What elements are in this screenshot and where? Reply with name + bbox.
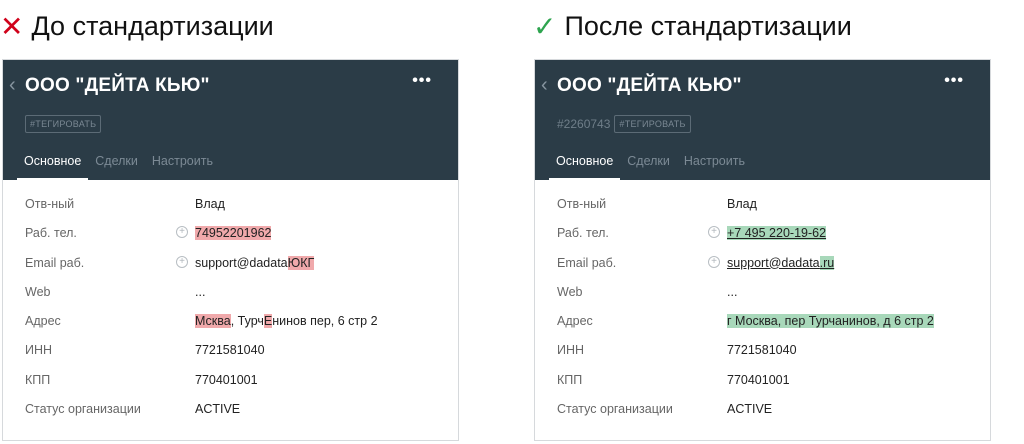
field-label: Статус организации [557, 402, 673, 417]
card-header: ‹ ООО "ДЕЙТА КЬЮ" ••• #ТЕГИРОВАТЬ Основн… [3, 60, 458, 180]
field-label: Email раб. [25, 255, 85, 270]
field-label: Web [557, 284, 583, 299]
plus-circle-icon[interactable]: + [176, 255, 188, 268]
fields-list: Отв-ный Влад Раб. тел. + 74952201962 Ema… [3, 180, 458, 422]
field-label: Email раб. [557, 255, 617, 270]
address-value[interactable]: Мсква, ТурчЕнинов пер, 6 стр 2 [195, 314, 378, 329]
tag-button[interactable]: #ТЕГИРОВАТЬ [614, 115, 691, 133]
after-heading: ✓ После стандартизации [533, 6, 852, 46]
card-header: ‹ ООО "ДЕЙТА КЬЮ" ••• #2260743 #ТЕГИРОВА… [535, 60, 990, 180]
chevron-left-icon[interactable]: ‹ [9, 74, 16, 97]
after-card: ‹ ООО "ДЕЙТА КЬЮ" ••• #2260743 #ТЕГИРОВА… [534, 59, 991, 441]
field-row-status: Статус организации ACTIVE [3, 393, 458, 422]
field-label: Отв-ный [25, 197, 75, 211]
field-row-web: Web ... [3, 276, 458, 305]
org-name: ООО "ДЕЙТА КЬЮ" [557, 75, 742, 96]
phone-link[interactable]: +7 495 220-19-62 [727, 226, 827, 241]
chevron-left-icon[interactable]: ‹ [541, 74, 548, 97]
field-value[interactable]: Влад [195, 197, 225, 211]
field-value[interactable]: Влад [727, 197, 757, 211]
phone-value[interactable]: 74952201962 [195, 226, 272, 241]
field-label: Статус организации [25, 402, 141, 417]
field-row-address: Адрес Мсква, ТурчЕнинов пер, 6 стр 2 [3, 305, 458, 334]
field-row-email: Email раб. + support@dadata.ru [535, 247, 990, 276]
field-row-status: Статус организации ACTIVE [535, 393, 990, 422]
org-name: ООО "ДЕЙТА КЬЮ" [25, 75, 210, 96]
more-dots-icon[interactable]: ••• [412, 72, 432, 90]
fields-list: Отв-ный Влад Раб. тел. + +7 495 220-19-6… [535, 180, 990, 422]
plus-circle-icon[interactable]: + [708, 226, 720, 239]
field-value[interactable]: ACTIVE [727, 402, 772, 416]
tabs: Основное Сделки Настроить [17, 150, 220, 180]
email-error-highlight: ЮКГ [287, 255, 315, 270]
tabs: Основное Сделки Настроить [549, 150, 752, 180]
more-dots-icon[interactable]: ••• [944, 72, 964, 90]
field-label: КПП [557, 372, 583, 387]
before-heading: ✕ До стандартизации [0, 6, 274, 46]
field-value[interactable]: 770401001 [727, 373, 790, 387]
field-row-address: Адрес г Москва, пер Турчанинов, д 6 стр … [535, 305, 990, 334]
field-row-kpp: КПП 770401001 [535, 364, 990, 393]
field-label: Отв-ный [557, 197, 607, 211]
field-label: КПП [25, 372, 51, 387]
field-label: Адрес [25, 314, 61, 329]
field-row-inn: ИНН 7721581040 [535, 334, 990, 363]
org-id: #2260743 [557, 117, 611, 131]
before-title: До стандартизации [31, 10, 274, 41]
check-icon: ✓ [533, 10, 557, 42]
tab-settings[interactable]: Настроить [677, 150, 752, 178]
email-fixed-highlight: .ru [819, 255, 835, 270]
tag-button[interactable]: #ТЕГИРОВАТЬ [25, 115, 102, 133]
field-label: Раб. тел. [557, 226, 609, 241]
plus-circle-icon[interactable]: + [708, 255, 720, 268]
field-label: Раб. тел. [25, 226, 77, 241]
cross-icon: ✕ [0, 10, 24, 42]
email-value[interactable]: support@dadataЮКГ [195, 255, 315, 270]
field-row-phone: Раб. тел. + +7 495 220-19-62 [535, 217, 990, 246]
field-row-inn: ИНН 7721581040 [3, 334, 458, 363]
field-label: ИНН [557, 343, 585, 358]
field-value[interactable]: 7721581040 [727, 343, 797, 357]
tag-row: #2260743 #ТЕГИРОВАТЬ [557, 115, 691, 133]
plus-circle-icon[interactable]: + [176, 226, 188, 239]
field-row-web: Web ... [535, 276, 990, 305]
field-label: Web [25, 284, 51, 299]
field-value[interactable]: 7721581040 [195, 343, 265, 357]
tag-row: #ТЕГИРОВАТЬ [25, 115, 102, 133]
field-row-owner: Отв-ный Влад [535, 188, 990, 217]
email-link[interactable]: support@dadata.ru [727, 255, 835, 270]
field-value[interactable]: ... [727, 285, 737, 299]
tab-deals[interactable]: Сделки [88, 150, 145, 178]
tab-deals[interactable]: Сделки [620, 150, 677, 178]
tab-settings[interactable]: Настроить [145, 150, 220, 178]
field-value[interactable]: ACTIVE [195, 402, 240, 416]
field-value[interactable]: 770401001 [195, 373, 258, 387]
field-row-owner: Отв-ный Влад [3, 188, 458, 217]
after-title: После стандартизации [564, 10, 852, 41]
field-row-email: Email раб. + support@dadataЮКГ [3, 247, 458, 276]
address-value[interactable]: г Москва, пер Турчанинов, д 6 стр 2 [727, 314, 934, 329]
field-row-phone: Раб. тел. + 74952201962 [3, 217, 458, 246]
field-label: Адрес [557, 314, 593, 329]
field-value[interactable]: ... [195, 285, 205, 299]
tab-main[interactable]: Основное [549, 150, 621, 180]
tab-main[interactable]: Основное [17, 150, 89, 180]
before-card: ‹ ООО "ДЕЙТА КЬЮ" ••• #ТЕГИРОВАТЬ Основн… [2, 59, 459, 441]
field-row-kpp: КПП 770401001 [3, 364, 458, 393]
field-label: ИНН [25, 343, 53, 358]
